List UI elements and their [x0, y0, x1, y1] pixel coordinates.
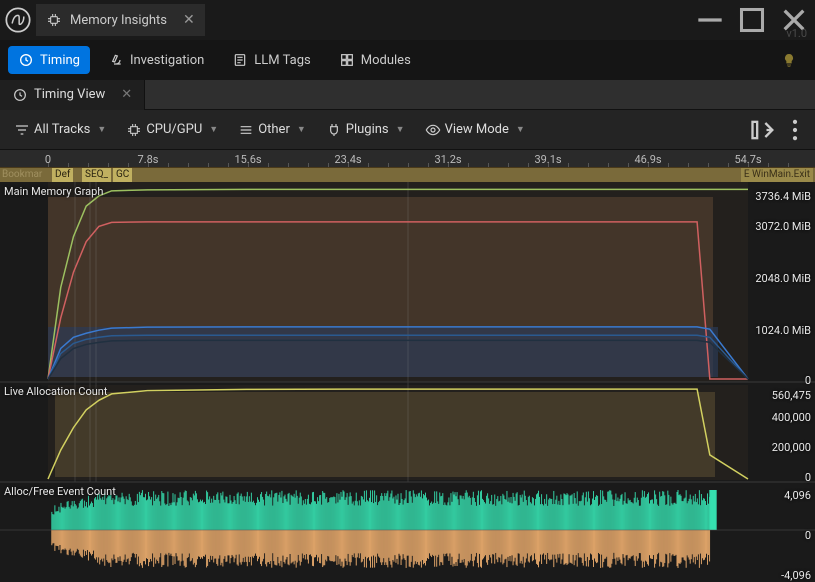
tab-llm-tags[interactable]: LLM Tags: [222, 46, 320, 74]
yaxis-label: 4,096: [784, 489, 811, 502]
yaxis-label: 3072.0 MiB: [755, 220, 811, 233]
stack-icon: [238, 122, 254, 138]
main-toolbar: Timing Investigation LLM Tags Modules: [0, 40, 815, 80]
filter-toolbar: All Tracks▼ CPU/GPU▼ Other▼ Plugins▼ Vie…: [0, 110, 815, 150]
plugin-icon: [326, 122, 342, 138]
more-menu[interactable]: [781, 116, 809, 144]
filter-icon: [14, 122, 30, 138]
window-maximize[interactable]: [735, 6, 769, 34]
tab-timing-label: Timing: [40, 53, 80, 68]
tab-investigation[interactable]: Investigation: [98, 46, 214, 74]
subtab-title: Timing View: [34, 87, 105, 102]
bookmark-exit[interactable]: E WinMain.Exit: [741, 168, 813, 182]
chart-canvas[interactable]: [0, 182, 815, 577]
bookmark-item[interactable]: Def: [52, 168, 73, 182]
modules-icon: [339, 52, 355, 68]
clock-icon: [12, 87, 28, 103]
yaxis-label: 3736.4 MiB: [755, 190, 811, 203]
chip-icon: [46, 12, 62, 28]
filter-view-mode-label: View Mode: [445, 122, 509, 137]
bookmark-item[interactable]: SEQ_: [82, 168, 111, 182]
yaxis-label: 0: [805, 471, 811, 484]
bookmark-header: Bookmar: [2, 168, 42, 182]
lightbulb-button[interactable]: [771, 46, 807, 74]
tab-modules[interactable]: Modules: [329, 46, 421, 74]
app-logo: [4, 6, 32, 34]
filter-all-tracks-label: All Tracks: [34, 122, 90, 137]
cpu-icon: [126, 122, 142, 138]
window-minimize[interactable]: [693, 6, 727, 34]
yaxis-label: 2048.0 MiB: [755, 272, 811, 285]
track-label-live: Live Allocation Count: [4, 385, 107, 398]
yaxis-label: -4,096: [781, 569, 811, 582]
eye-icon: [425, 122, 441, 138]
subtabs: Timing View ✕: [0, 80, 815, 110]
yaxis-label: 0: [805, 374, 811, 387]
app-tab-title: Memory Insights: [70, 13, 167, 28]
timeline-ruler[interactable]: 07.8s15.6s23.4s31.2s39.1s46.9s54.7s: [0, 150, 815, 168]
filter-plugins[interactable]: Plugins▼: [318, 117, 413, 143]
filter-other[interactable]: Other▼: [230, 117, 314, 143]
version-label: v1.0: [786, 27, 807, 40]
microscope-icon: [108, 52, 124, 68]
filter-cpu-gpu[interactable]: CPU/GPU▼: [118, 117, 226, 143]
app-tab-memory-insights[interactable]: Memory Insights ✕: [36, 4, 205, 36]
tab-timing[interactable]: Timing: [8, 46, 90, 74]
dock-button[interactable]: [749, 116, 777, 144]
filter-view-mode[interactable]: View Mode▼: [417, 117, 533, 143]
yaxis-label: 1024.0 MiB: [755, 324, 811, 337]
yaxis-label: 0: [805, 529, 811, 542]
yaxis-label: 400,000: [772, 411, 811, 424]
tab-investigation-label: Investigation: [130, 53, 204, 68]
filter-all-tracks[interactable]: All Tracks▼: [6, 117, 114, 143]
titlebar: Memory Insights ✕ v1.0: [0, 0, 815, 40]
tab-modules-label: Modules: [361, 53, 411, 68]
bookmark-bar[interactable]: Bookmar E WinMain.Exit Def SEQ_GC: [0, 168, 815, 182]
clock-icon: [18, 52, 34, 68]
tracks-area[interactable]: Main Memory Graph Live Allocation Count …: [0, 182, 815, 577]
notes-icon: [232, 52, 248, 68]
bookmark-item[interactable]: GC: [113, 168, 132, 182]
close-icon[interactable]: ✕: [121, 87, 132, 102]
close-icon[interactable]: ✕: [183, 12, 195, 28]
track-label-mem: Main Memory Graph: [4, 185, 103, 198]
tab-llm-tags-label: LLM Tags: [254, 53, 310, 68]
filter-cpu-gpu-label: CPU/GPU: [146, 122, 202, 137]
lightbulb-icon: [781, 52, 797, 68]
filter-other-label: Other: [258, 122, 290, 137]
yaxis-label: 560,475: [772, 389, 811, 402]
filter-plugins-label: Plugins: [346, 122, 389, 137]
track-label-allocfree: Alloc/Free Event Count: [4, 485, 116, 498]
subtab-timing-view[interactable]: Timing View ✕: [0, 80, 145, 110]
yaxis-label: 200,000: [772, 441, 811, 454]
